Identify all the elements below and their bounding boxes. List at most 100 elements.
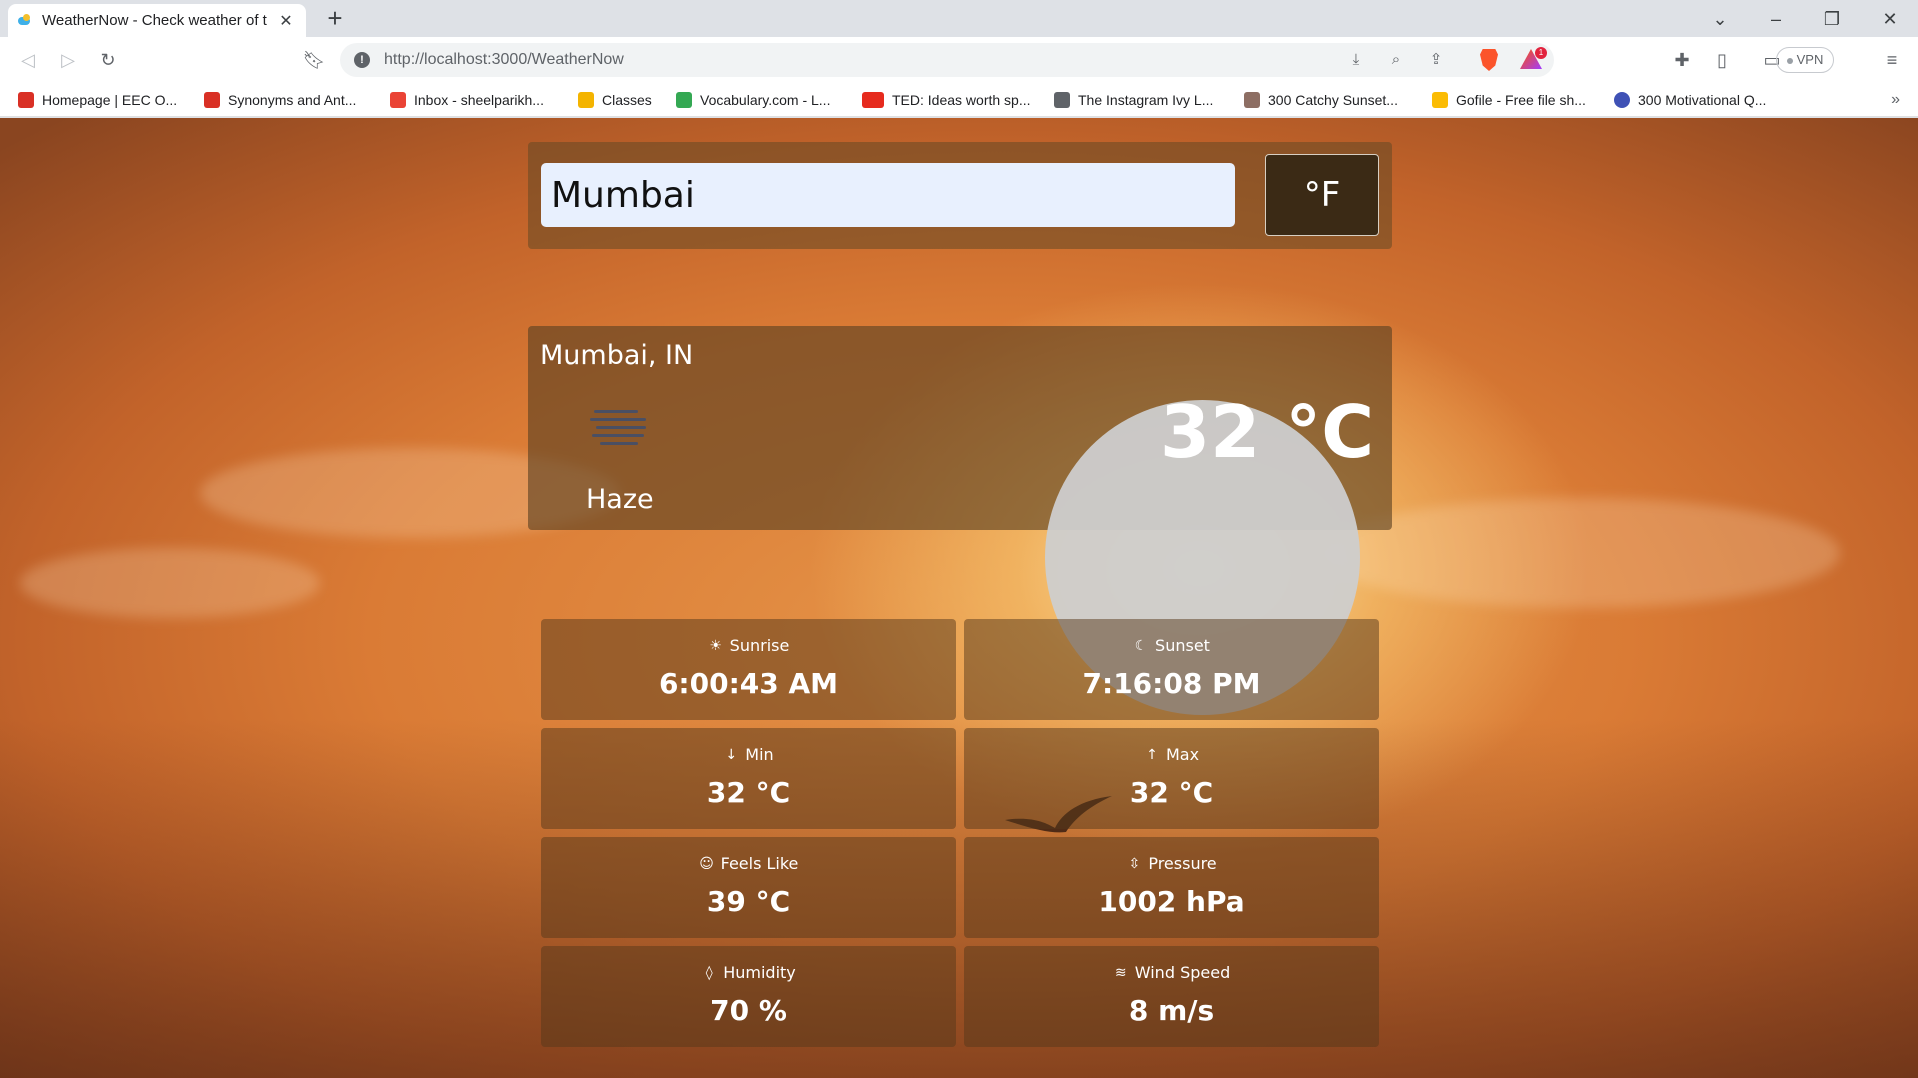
location-label: Mumbai, IN bbox=[540, 340, 694, 371]
bookmark-label: Homepage | EEC O... bbox=[42, 92, 178, 108]
tab-close-icon[interactable]: ✕ bbox=[276, 11, 296, 31]
bookmark-favicon-icon bbox=[18, 92, 34, 108]
bookmark-label: Gofile - Free file sh... bbox=[1456, 92, 1586, 108]
bookmark-label: Inbox - sheelparikh... bbox=[414, 92, 544, 108]
bookmark-item[interactable]: Classes bbox=[578, 83, 652, 117]
menu-icon[interactable]: ≡ bbox=[1878, 46, 1906, 74]
vpn-status-dot bbox=[1786, 57, 1793, 64]
zoom-icon[interactable]: ⌕ bbox=[1384, 48, 1408, 72]
forward-button[interactable]: ▷ bbox=[54, 46, 82, 74]
bookmark-icon[interactable]: 🔖︎ bbox=[300, 46, 328, 74]
stat-value: 8 m/s bbox=[1128, 994, 1215, 1027]
stat-label: Min bbox=[745, 745, 774, 764]
tab-title: WeatherNow - Check weather of t bbox=[42, 12, 267, 29]
close-window-button[interactable]: ✕ bbox=[1870, 6, 1910, 32]
cloud-decoration bbox=[1320, 498, 1840, 608]
wind-icon: ≋ bbox=[1114, 964, 1127, 981]
stat-pressure: ⇳ Pressure 1002 hPa bbox=[964, 837, 1379, 938]
stat-label: Humidity bbox=[723, 963, 796, 982]
city-search-input[interactable] bbox=[541, 163, 1235, 227]
bookmark-item[interactable]: The Instagram Ivy L... bbox=[1054, 83, 1213, 117]
arrow-up-icon: ↑ bbox=[1146, 746, 1158, 763]
bookmark-label: 300 Catchy Sunset... bbox=[1268, 92, 1398, 108]
stat-label: Sunrise bbox=[729, 636, 790, 655]
sun-icon: ☀ bbox=[709, 637, 722, 654]
stat-label: Feels Like bbox=[720, 854, 799, 873]
tab-search-chevron-icon[interactable]: ⌄ bbox=[1700, 6, 1740, 32]
search-bar: °F bbox=[528, 142, 1392, 249]
stat-value: 6:00:43 AM bbox=[658, 667, 839, 700]
bookmark-item[interactable]: 300 Catchy Sunset... bbox=[1244, 83, 1398, 117]
reload-button[interactable]: ↻ bbox=[94, 46, 122, 74]
stat-label: Wind Speed bbox=[1134, 963, 1231, 982]
bookmark-item[interactable]: 300 Motivational Q... bbox=[1614, 83, 1766, 117]
bookmark-item[interactable]: Synonyms and Ant... bbox=[204, 83, 356, 117]
bookmarks-bar: Homepage | EEC O... Synonyms and Ant... … bbox=[0, 83, 1918, 117]
tab-strip: WeatherNow - Check weather of t ✕ + ⌄ – … bbox=[0, 0, 1918, 37]
ted-icon bbox=[862, 92, 884, 108]
bookmark-item[interactable]: TED: Ideas worth sp... bbox=[862, 83, 1031, 117]
gmail-icon bbox=[390, 92, 406, 108]
stat-label: Max bbox=[1165, 745, 1200, 764]
sidebar-icon[interactable]: ▯ bbox=[1708, 46, 1736, 74]
droplet-icon: ◊ bbox=[705, 964, 713, 981]
tab-weathernow[interactable]: WeatherNow - Check weather of t ✕ bbox=[8, 4, 306, 37]
bookmark-item[interactable]: Vocabulary.com - L... bbox=[676, 83, 830, 117]
address-bar[interactable]: ! http://localhost:3000/WeatherNow ⤓ ⌕ ⇪ bbox=[340, 43, 1554, 77]
share-icon[interactable]: ⇪ bbox=[1424, 48, 1448, 72]
stat-wind-speed: ≋ Wind Speed 8 m/s bbox=[964, 946, 1379, 1047]
back-button[interactable]: ◁ bbox=[14, 46, 42, 74]
bookmark-favicon-icon bbox=[204, 92, 220, 108]
url-text[interactable]: http://localhost:3000/WeatherNow bbox=[384, 43, 624, 77]
stat-value: 1002 hPa bbox=[1098, 885, 1245, 918]
bookmark-label: 300 Motivational Q... bbox=[1638, 92, 1767, 108]
arrow-down-icon: ↓ bbox=[725, 746, 738, 763]
bookmark-label: Vocabulary.com - L... bbox=[700, 92, 831, 108]
bookmark-item[interactable]: Inbox - sheelparikh... bbox=[390, 83, 544, 117]
bookmark-item[interactable]: Homepage | EEC O... bbox=[18, 83, 177, 117]
cloud-decoration bbox=[20, 548, 320, 618]
classroom-icon bbox=[578, 92, 594, 108]
weather-page: °F Mumbai, IN Haze 32 °C ☀ Sunrise 6:00:4… bbox=[0, 118, 1918, 1078]
stat-value: 32 °C bbox=[1129, 776, 1214, 809]
stat-value: 70 % bbox=[710, 994, 787, 1027]
bookmark-favicon-icon bbox=[1054, 92, 1070, 108]
bookmark-label: Classes bbox=[602, 92, 652, 108]
stat-label: Sunset bbox=[1155, 636, 1210, 655]
moon-icon: ☾ bbox=[1134, 637, 1148, 654]
rewards-badge: 1 bbox=[1535, 47, 1547, 59]
temperature-value: 32 °C bbox=[1160, 390, 1375, 474]
browser-toolbar: ◁ ▷ ↻ 🔖︎ ! http://localhost:3000/Weather… bbox=[0, 37, 1918, 83]
vpn-button[interactable]: VPN bbox=[1776, 47, 1834, 73]
stat-value: 32 °C bbox=[706, 776, 791, 809]
unit-toggle-button[interactable]: °F bbox=[1265, 154, 1379, 236]
restore-button[interactable]: ❐ bbox=[1812, 6, 1852, 32]
pressure-icon: ⇳ bbox=[1128, 855, 1141, 872]
stat-feels-like: ☺ Feels Like 39 °C bbox=[541, 837, 956, 938]
stat-sunrise: ☀ Sunrise 6:00:43 AM bbox=[541, 619, 956, 720]
stat-sunset: ☾ Sunset 7:16:08 PM bbox=[964, 619, 1379, 720]
bookmark-label: Synonyms and Ant... bbox=[228, 92, 357, 108]
bookmark-favicon-icon bbox=[1244, 92, 1260, 108]
haze-icon bbox=[590, 408, 652, 448]
gofile-icon bbox=[1432, 92, 1448, 108]
bookmark-label: The Instagram Ivy L... bbox=[1078, 92, 1214, 108]
bookmark-item[interactable]: Gofile - Free file sh... bbox=[1432, 83, 1586, 117]
stat-min: ↓ Min 32 °C bbox=[541, 728, 956, 829]
vocabulary-icon bbox=[676, 92, 692, 108]
extensions-icon[interactable]: ✚ bbox=[1668, 46, 1696, 74]
smile-icon: ☺ bbox=[699, 855, 714, 872]
more-bookmarks-icon[interactable]: » bbox=[1891, 83, 1900, 117]
stat-value: 39 °C bbox=[706, 885, 791, 918]
new-tab-button[interactable]: + bbox=[320, 4, 350, 34]
minimize-button[interactable]: – bbox=[1756, 6, 1796, 32]
condition-label: Haze bbox=[586, 484, 654, 515]
bookmark-label: TED: Ideas worth sp... bbox=[892, 92, 1031, 108]
stat-value: 7:16:08 PM bbox=[1082, 667, 1261, 700]
bookmark-favicon-icon bbox=[1614, 92, 1630, 108]
site-info-icon[interactable]: ! bbox=[354, 52, 370, 68]
install-app-icon[interactable]: ⤓ bbox=[1344, 48, 1368, 72]
weather-stats-grid: ☀ Sunrise 6:00:43 AM ☾ Sunset 7:16:08 PM ↓… bbox=[541, 619, 1379, 1049]
stat-max: ↑ Max 32 °C bbox=[964, 728, 1379, 829]
stat-humidity: ◊ Humidity 70 % bbox=[541, 946, 956, 1047]
